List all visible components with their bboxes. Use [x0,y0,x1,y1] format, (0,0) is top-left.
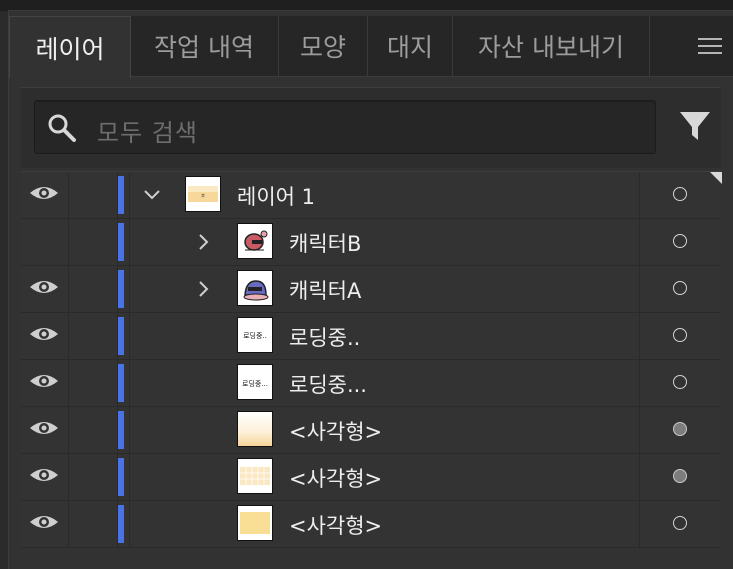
lock-toggle[interactable] [68,360,118,406]
layer-name[interactable]: <사각형> [289,510,382,540]
layer-thumbnail [237,458,273,494]
target-circle-icon[interactable] [673,375,687,389]
tab-history[interactable]: 작업 내역 [130,16,279,76]
layer-color-bar [118,411,124,449]
eye-icon [29,513,59,535]
layer-color-bar [118,505,124,543]
search-icon [48,114,76,142]
target-circle-icon[interactable] [673,328,687,342]
eye-icon [29,466,59,488]
target-circle-icon[interactable] [673,422,687,436]
layer-thumbnail [237,223,273,259]
layer-row[interactable]: 캐릭터B [21,219,721,266]
layer-name[interactable]: 로딩중... [289,369,367,399]
thumb-glyph: ㅊ [200,193,206,200]
layer-name[interactable]: 로딩중.. [289,322,360,352]
target-circle-icon[interactable] [673,516,687,530]
visibility-toggle[interactable] [21,454,67,500]
target-column [639,501,722,547]
layer-color-bar [118,223,124,261]
layer-name[interactable]: 레이어 1 [237,181,315,211]
visibility-toggle[interactable] [21,219,67,265]
target-column [639,313,722,359]
layer-color-bar [118,317,124,355]
layer-color-bar [118,176,124,214]
target-column [639,360,722,406]
list-footer [21,548,721,552]
layer-thumbnail: 로딩중... [237,364,273,400]
tab-label: 자산 내보내기 [478,33,624,62]
lock-toggle[interactable] [68,219,118,265]
target-circle-icon[interactable] [673,234,687,248]
thumb-text: 로딩중.. [243,331,267,340]
chevron-down-icon[interactable] [143,186,161,208]
search-area: 모두 검색 [21,87,721,168]
visibility-toggle[interactable] [21,407,67,453]
target-column [639,172,722,218]
layer-name[interactable]: 캐릭터A [289,275,361,305]
tab-label: 모양 [299,33,346,62]
visibility-toggle[interactable] [21,501,67,547]
layer-name[interactable]: <사각형> [289,463,382,493]
layer-row[interactable]: 로딩중... 로딩중... [21,360,721,407]
layer-name[interactable]: <사각형> [289,416,382,446]
target-circle-icon[interactable] [673,469,687,483]
layer-name[interactable]: 캐릭터B [289,228,361,258]
panel-tab-bar: 레이어 작업 내역 모양 대지 자산 내보내기 [9,16,733,78]
tab-label: 대지 [386,33,433,62]
layer-row[interactable]: ㅊ 레이어 1 [21,172,722,219]
chevron-right-icon[interactable] [195,233,213,255]
search-input[interactable]: 모두 검색 [34,100,656,154]
filter-icon[interactable] [679,110,711,142]
lock-toggle[interactable] [68,172,118,218]
layer-row[interactable]: 캐릭터A [21,266,721,313]
eye-icon [29,184,59,206]
target-column [639,407,722,453]
layer-row[interactable]: <사각형> [21,407,721,454]
layer-row[interactable]: <사각형> [21,454,721,501]
layer-color-bar [118,458,124,496]
tab-label: 작업 내역 [154,33,254,62]
eye-icon [29,372,59,394]
chevron-right-icon[interactable] [195,280,213,302]
lock-toggle[interactable] [68,313,118,359]
visibility-toggle[interactable] [21,266,67,312]
layer-row[interactable]: 로딩중.. 로딩중.. [21,313,721,360]
visibility-toggle[interactable] [21,313,67,359]
target-column [639,266,722,312]
target-circle-icon[interactable] [673,187,687,201]
search-placeholder: 모두 검색 [97,119,198,147]
window-top-strip [0,0,733,11]
lock-toggle[interactable] [68,454,118,500]
layer-color-bar [118,270,124,308]
lock-toggle[interactable] [68,407,118,453]
eye-icon [29,278,59,300]
target-column [639,454,722,500]
visibility-toggle[interactable] [21,172,67,218]
eye-icon [29,419,59,441]
lock-toggle[interactable] [68,501,118,547]
thumb-text: 로딩중... [242,379,268,388]
selection-corner-icon [710,172,722,184]
tab-layers[interactable]: 레이어 [9,16,131,78]
layer-thumbnail: 로딩중.. [237,317,273,353]
tab-appearance[interactable]: 모양 [279,16,368,76]
tab-label: 레이어 [35,34,105,64]
layer-thumbnail [237,411,273,447]
target-circle-icon[interactable] [673,281,687,295]
visibility-toggle[interactable] [21,360,67,406]
tab-artboards[interactable]: 대지 [368,16,453,76]
tab-asset-export[interactable]: 자산 내보내기 [453,16,650,76]
layer-thumbnail: ㅊ [185,176,221,212]
lock-toggle[interactable] [68,266,118,312]
layer-thumbnail [237,270,273,306]
panel-menu-icon[interactable] [698,38,722,54]
layer-color-bar [118,364,124,402]
eye-icon [29,325,59,347]
target-column [639,219,722,265]
layers-panel: 레이어 작업 내역 모양 대지 자산 내보내기 모두 검색 ㅊ 레이어 1 캐릭터B… [8,11,733,569]
layer-list: ㅊ 레이어 1 캐릭터B 캐릭터A 로딩중.. 로딩중.. 로딩중... 로딩중... <사각형… [21,171,722,552]
layer-thumbnail [237,505,273,541]
layer-row[interactable]: <사각형> [21,501,721,548]
